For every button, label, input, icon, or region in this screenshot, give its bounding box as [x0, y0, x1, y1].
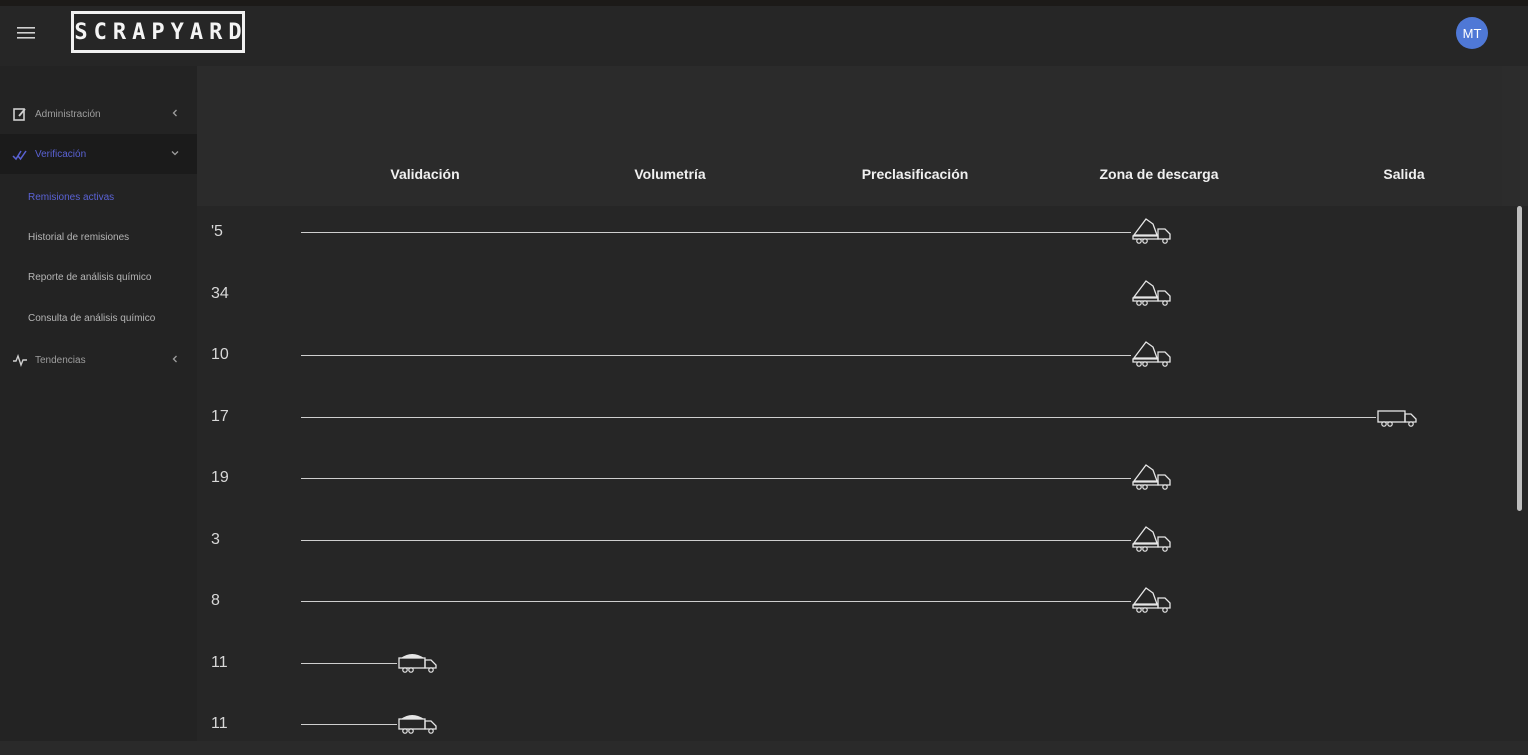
- remission-id: 10: [211, 346, 229, 363]
- remission-id: '5: [211, 223, 223, 240]
- tracking-board: Validación Volumetría Preclasificación Z…: [197, 66, 1502, 741]
- dump-truck-icon[interactable]: [1131, 277, 1173, 307]
- user-avatar[interactable]: MT: [1456, 17, 1488, 49]
- dump-truck-icon[interactable]: [1131, 461, 1173, 491]
- remission-id: 3: [211, 530, 220, 548]
- remission-rows: '5 34 10 17 19 3 8 11 11: [197, 206, 1502, 741]
- remission-id: 8: [211, 592, 220, 609]
- sidebar: Administración Verificación Remisiones a…: [0, 66, 197, 741]
- scrapyard-logo[interactable]: SCRAPYARD: [71, 11, 245, 53]
- sidebar-subitem-reporte-analisis[interactable]: Reporte de análisis químico: [0, 262, 197, 292]
- sidebar-subitem-label: Consulta de análisis químico: [28, 312, 156, 324]
- table-row[interactable]: 11: [197, 695, 1502, 755]
- table-row[interactable]: 3: [197, 511, 1502, 571]
- remission-id: 34: [211, 284, 229, 302]
- edit-icon: [13, 108, 26, 121]
- chevron-left-icon: [172, 355, 177, 363]
- progress-track: [301, 416, 1376, 418]
- table-row[interactable]: 17: [197, 388, 1502, 448]
- column-header-validacion: Validación: [390, 166, 460, 182]
- sidebar-subitem-label: Historial de remisiones: [28, 231, 130, 243]
- column-header-volumetria: Volumetría: [634, 166, 706, 182]
- sidebar-subitem-consulta-analisis[interactable]: Consulta de análisis químico: [0, 303, 197, 333]
- column-header-zona-descarga: Zona de descarga: [1099, 166, 1219, 182]
- sidebar-item-label: Verificación: [35, 148, 87, 160]
- progress-track: [301, 539, 1131, 541]
- column-header-salida: Salida: [1383, 166, 1425, 182]
- loaded-truck-icon[interactable]: [397, 707, 439, 737]
- table-row[interactable]: 19: [197, 449, 1502, 509]
- scrollbar-thumb[interactable]: [1517, 206, 1522, 511]
- menu-icon[interactable]: [14, 24, 38, 42]
- sidebar-item-label: Tendencias: [35, 354, 86, 366]
- progress-track: [301, 478, 1131, 479]
- sidebar-item-label: Administración: [35, 108, 101, 120]
- top-bar: SCRAPYARD MT: [0, 0, 1528, 66]
- loaded-truck-icon[interactable]: [397, 646, 439, 676]
- column-header-preclasificacion: Preclasificación: [861, 166, 969, 182]
- dump-truck-icon[interactable]: [1131, 215, 1173, 245]
- pulse-icon: [13, 353, 27, 368]
- remission-id: 17: [211, 407, 229, 425]
- table-row[interactable]: 8: [197, 572, 1502, 632]
- progress-track: [301, 662, 397, 664]
- table-row[interactable]: 34: [197, 265, 1502, 325]
- checks-icon: [12, 150, 27, 161]
- sidebar-item-tendencias[interactable]: Tendencias: [0, 340, 197, 380]
- dump-truck-icon[interactable]: [1131, 338, 1173, 368]
- dump-truck-icon[interactable]: [1131, 523, 1173, 553]
- sidebar-item-verificacion[interactable]: Verificación: [0, 134, 197, 174]
- chevron-down-icon: [171, 151, 179, 156]
- sidebar-item-administracion[interactable]: Administración: [0, 94, 197, 134]
- sidebar-subitem-label: Reporte de análisis químico: [28, 271, 152, 283]
- sidebar-subitem-historial[interactable]: Historial de remisiones: [0, 222, 197, 252]
- remission-id: 19: [211, 469, 229, 486]
- chevron-left-icon: [172, 109, 177, 117]
- remission-id: 11: [211, 653, 228, 671]
- dump-truck-icon[interactable]: [1131, 584, 1173, 614]
- table-row[interactable]: '5: [197, 203, 1502, 263]
- scrollbar-track[interactable]: [1502, 206, 1528, 741]
- table-row[interactable]: 10: [197, 326, 1502, 386]
- flatbed-truck-icon[interactable]: [1376, 400, 1418, 430]
- app-root: SCRAPYARD MT Administración Verificación…: [0, 0, 1528, 741]
- remission-id: 11: [211, 715, 228, 732]
- progress-track: [301, 232, 1131, 233]
- progress-track: [301, 724, 397, 725]
- progress-track: [301, 601, 1131, 602]
- sidebar-subitem-label: Remisiones activas: [28, 191, 115, 203]
- table-row[interactable]: 11: [197, 634, 1502, 694]
- progress-track: [301, 355, 1131, 356]
- sidebar-subitem-remisiones-activas[interactable]: Remisiones activas: [0, 182, 197, 212]
